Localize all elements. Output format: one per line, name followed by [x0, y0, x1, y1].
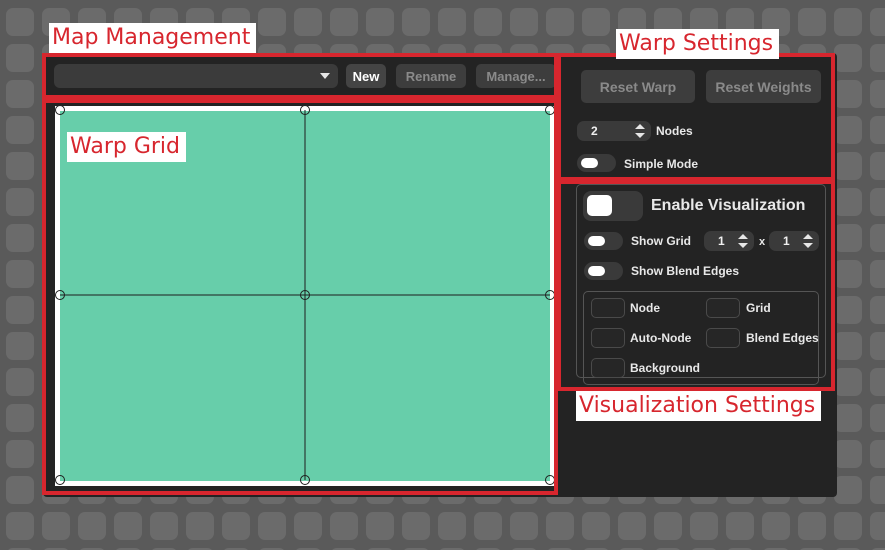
warp-settings-highlight — [557, 53, 835, 181]
warp-grid-callout: Warp Grid — [67, 132, 186, 162]
warp-settings-callout: Warp Settings — [616, 29, 780, 59]
map-management-highlight — [42, 53, 558, 99]
visualization-settings-highlight — [557, 180, 835, 391]
map-management-callout: Map Management — [49, 23, 257, 53]
visualization-settings-callout: Visualization Settings — [576, 391, 822, 421]
